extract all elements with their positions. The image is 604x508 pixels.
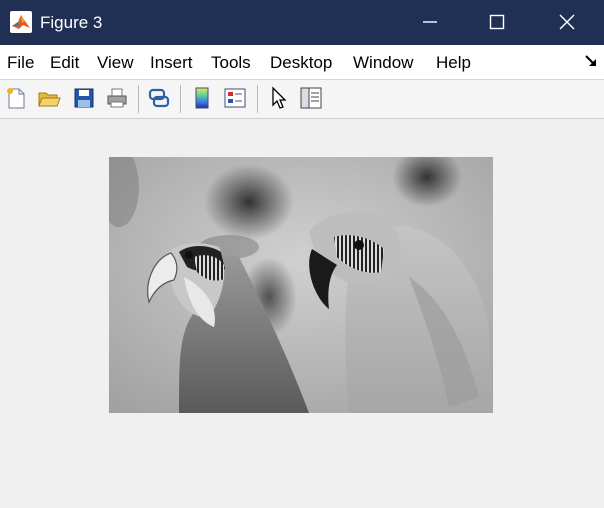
menu-edit[interactable]: Edit (50, 53, 79, 73)
open-file-icon (38, 92, 61, 107)
menu-tools[interactable]: Tools (211, 53, 251, 73)
close-icon (559, 14, 575, 30)
property-editor-button[interactable] (297, 84, 325, 112)
menu-file[interactable]: File (7, 53, 34, 73)
pointer-button[interactable] (265, 84, 293, 112)
property-editor-icon (300, 87, 322, 109)
save-icon (74, 88, 94, 108)
new-figure-icon (7, 88, 25, 109)
print-button[interactable] (103, 84, 131, 112)
menu-view[interactable]: View (97, 53, 134, 73)
toolbar (0, 80, 604, 119)
parrots-image (109, 157, 493, 413)
minimize-icon (423, 21, 437, 23)
maximize-icon (489, 14, 505, 30)
legend-icon (224, 88, 246, 108)
toolbar-separator (138, 85, 139, 113)
menu-bar: File Edit View Insert Tools Desktop Wind… (0, 45, 604, 80)
matlab-icon (10, 11, 32, 33)
colorbar-button[interactable] (188, 84, 216, 112)
window-title: Figure 3 (40, 13, 103, 32)
toolbar-separator (257, 85, 258, 113)
dock-arrow-icon[interactable] (584, 54, 598, 68)
new-figure-button[interactable] (2, 84, 30, 112)
open-file-button[interactable] (35, 84, 63, 112)
link-plot-button[interactable] (145, 84, 173, 112)
print-icon (107, 88, 127, 108)
legend-button[interactable] (221, 84, 249, 112)
colorbar-icon (195, 87, 209, 109)
menu-insert[interactable]: Insert (150, 53, 193, 73)
minimize-button[interactable] (400, 0, 460, 45)
close-button[interactable] (537, 0, 597, 45)
menu-desktop[interactable]: Desktop (270, 53, 332, 73)
pointer-icon (272, 86, 287, 109)
toolbar-separator (180, 85, 181, 113)
link-plot-icon (148, 88, 170, 108)
maximize-button[interactable] (467, 0, 527, 45)
save-button[interactable] (70, 84, 98, 112)
menu-help[interactable]: Help (436, 53, 471, 73)
title-bar: Figure 3 (0, 0, 604, 45)
menu-window[interactable]: Window (353, 53, 413, 73)
